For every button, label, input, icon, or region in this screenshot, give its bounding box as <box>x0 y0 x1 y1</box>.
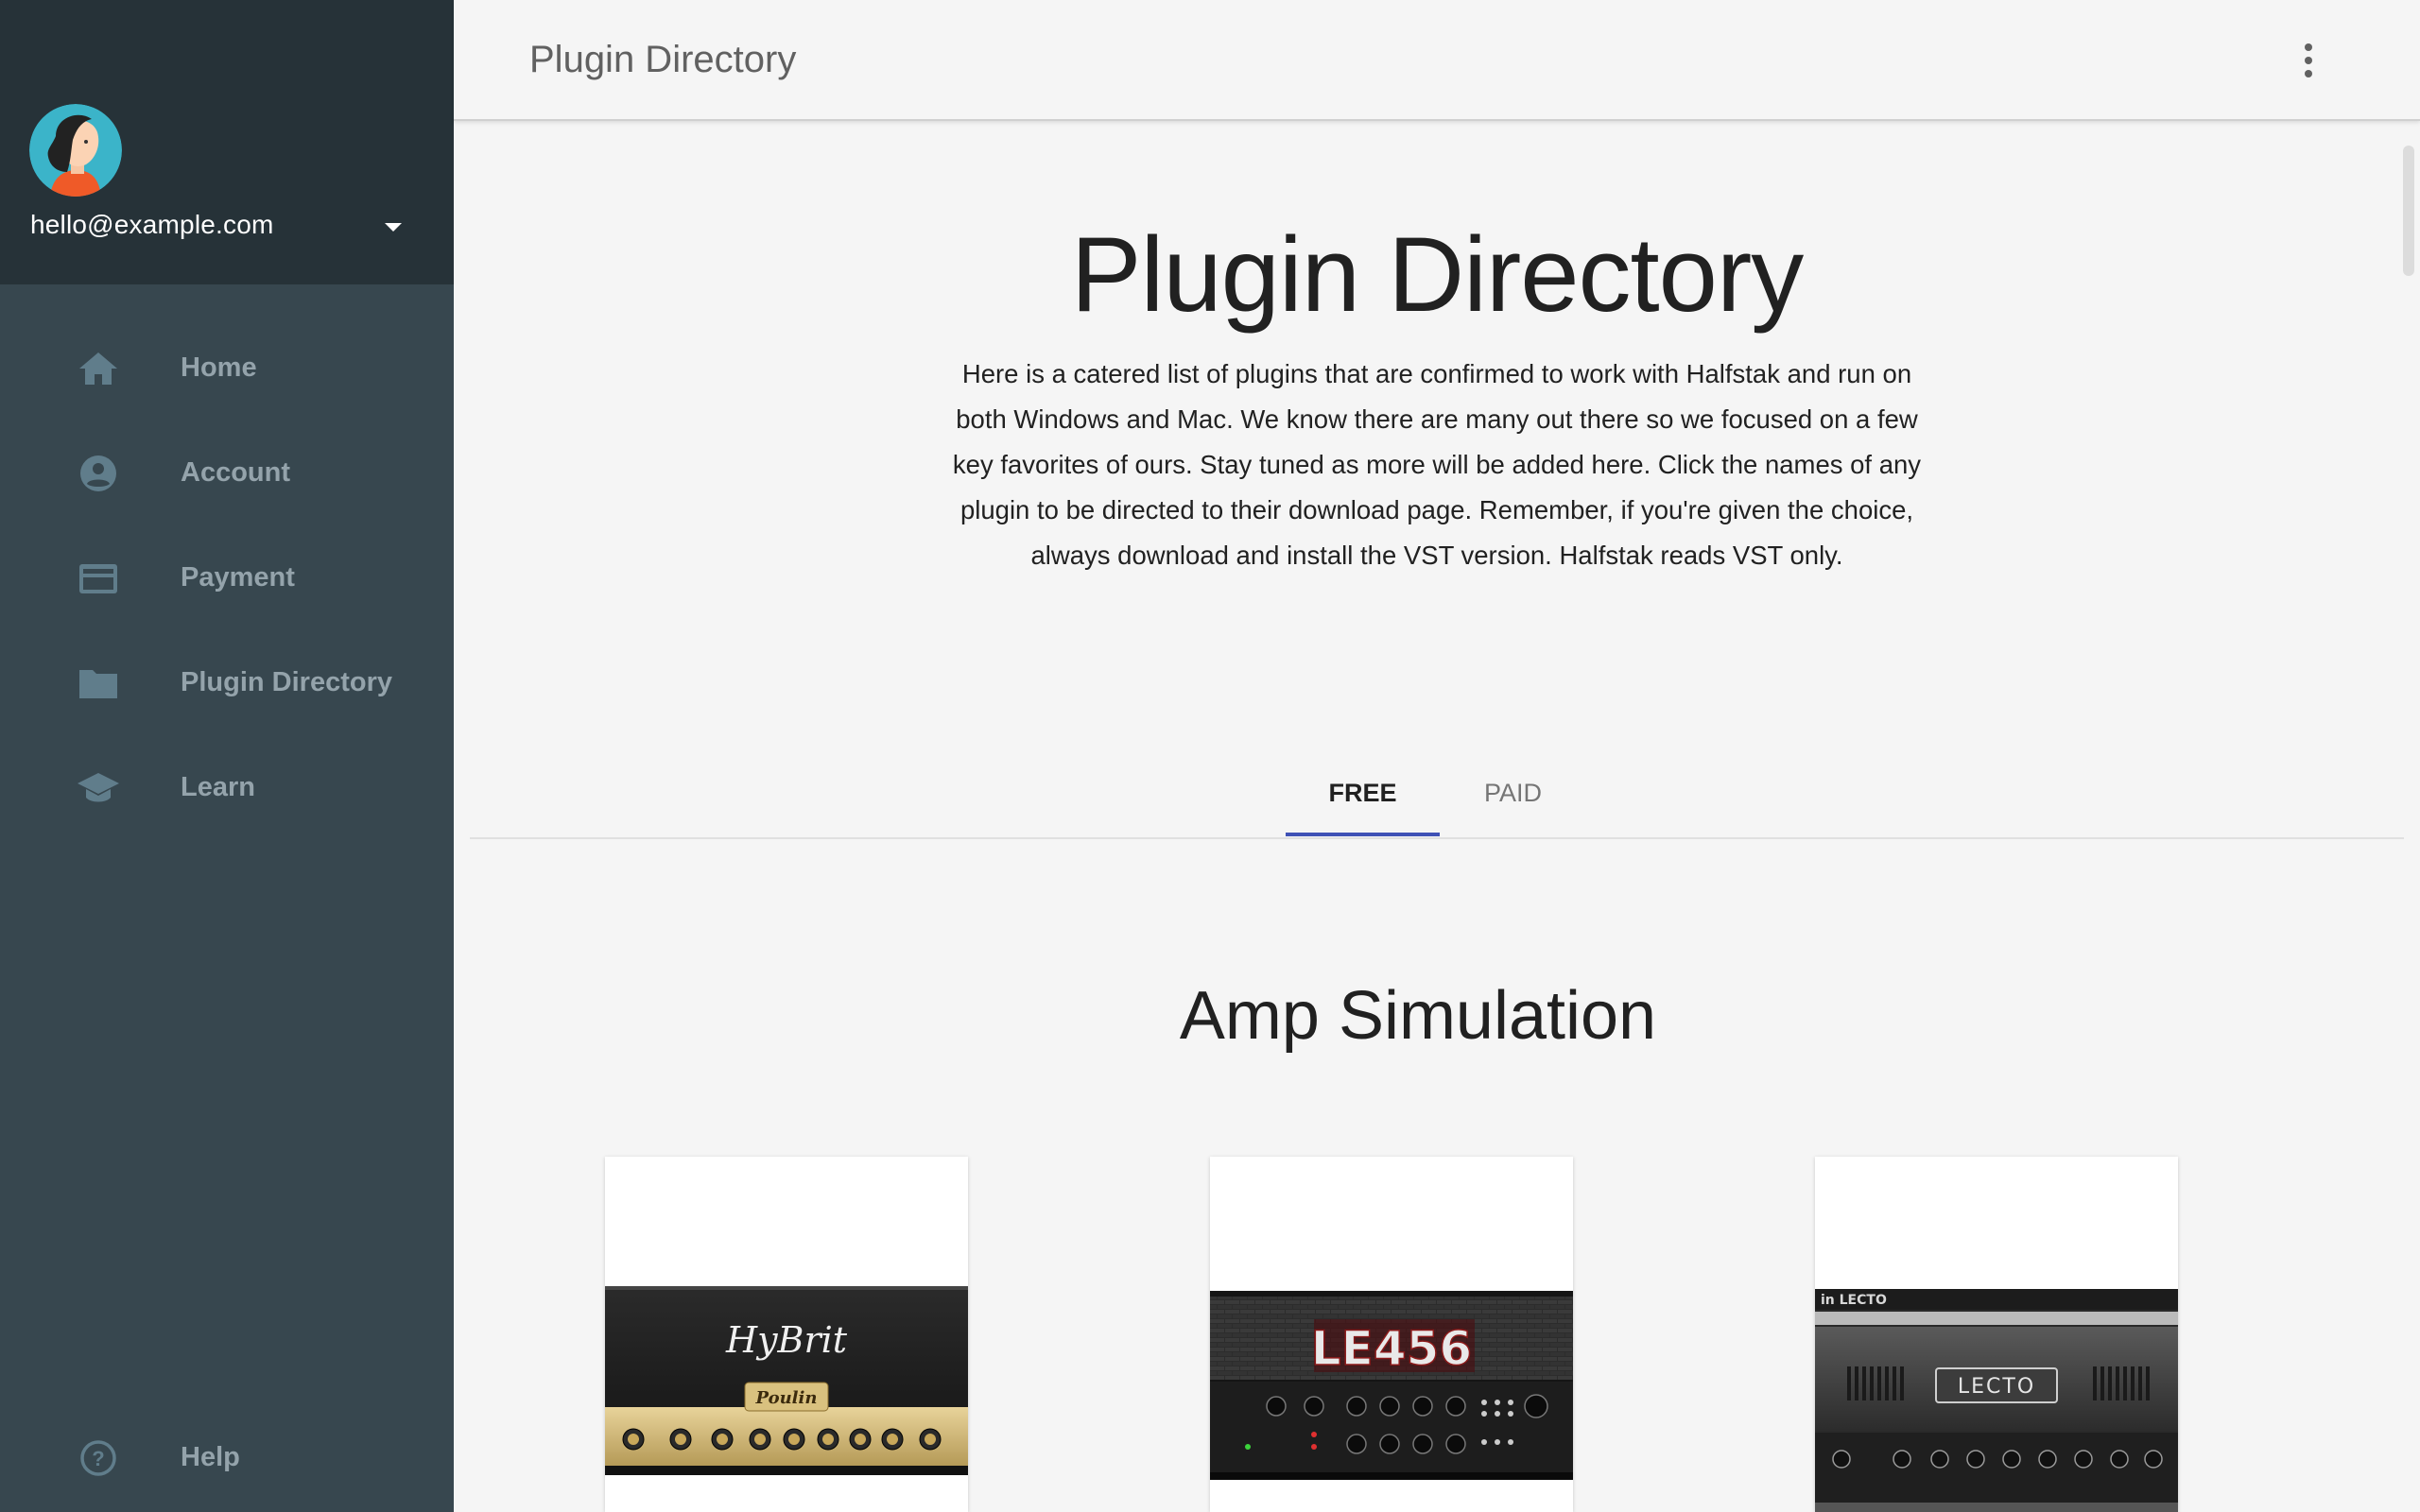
account-circle-icon <box>76 455 121 492</box>
tab-indicator <box>1286 833 1440 836</box>
plugin-top-text: in LECTO <box>1821 1293 1887 1308</box>
section-title: Amp Simulation <box>1179 978 1657 1054</box>
sidebar-item-payment[interactable]: Payment <box>0 526 454 630</box>
tab-free[interactable]: FREE <box>1286 769 1440 835</box>
plugin-logo-text: LECTO <box>1958 1375 2035 1399</box>
account-dropdown-icon[interactable] <box>380 214 406 240</box>
intro-text: Here is a catered list of plugins that a… <box>952 359 1922 570</box>
plugin-card[interactable]: HyBrit Poulin <box>605 1157 968 1512</box>
more-vert-icon[interactable] <box>2297 38 2320 83</box>
plugin-logo-text: HyBrit <box>725 1319 848 1361</box>
sidebar-item-label: Payment <box>181 562 295 593</box>
sidebar-item-home[interactable]: Home <box>0 317 454 421</box>
sidebar-header: hello@example.com <box>0 0 454 284</box>
sidebar-item-learn[interactable]: Learn <box>0 736 454 840</box>
plugin-brand-text: Poulin <box>755 1388 818 1408</box>
svg-text:?: ? <box>92 1447 104 1470</box>
folder-icon <box>76 664 121 702</box>
plugin-image: LE456 <box>1210 1291 1573 1480</box>
school-icon <box>76 769 121 807</box>
plugin-image: HyBrit Poulin <box>605 1286 968 1475</box>
help-icon: ? <box>76 1439 121 1477</box>
credit-card-icon <box>76 559 121 597</box>
sidebar-item-label: Account <box>181 457 290 488</box>
user-email: hello@example.com <box>30 210 274 239</box>
plugin-card[interactable]: in LECTO LECTO <box>1815 1157 2178 1512</box>
plugin-logo-text: LE456 <box>1311 1321 1472 1376</box>
app-bar: Plugin Directory <box>454 0 2420 121</box>
sidebar-item-label: Learn <box>181 772 255 802</box>
sidebar-item-help[interactable]: ? Help <box>0 1406 454 1510</box>
tabs-divider <box>470 837 2404 839</box>
sidebar-item-plugin-directory[interactable]: Plugin Directory <box>0 631 454 735</box>
sidebar-item-label: Help <box>181 1442 240 1472</box>
home-icon <box>76 350 121 387</box>
sidebar-item-label: Plugin Directory <box>181 667 392 697</box>
sidebar: hello@example.com Home Account Payment P… <box>0 0 454 1512</box>
page-heading: Plugin Directory <box>1070 215 1805 334</box>
page-title: Plugin Directory <box>529 39 797 80</box>
sidebar-item-label: Home <box>181 352 257 383</box>
plugin-card[interactable]: LE456 <box>1210 1157 1573 1512</box>
sidebar-item-account[interactable]: Account <box>0 421 454 525</box>
plugin-image: in LECTO LECTO <box>1815 1289 2178 1512</box>
tab-paid[interactable]: PAID <box>1440 769 1586 835</box>
avatar[interactable] <box>29 104 122 197</box>
